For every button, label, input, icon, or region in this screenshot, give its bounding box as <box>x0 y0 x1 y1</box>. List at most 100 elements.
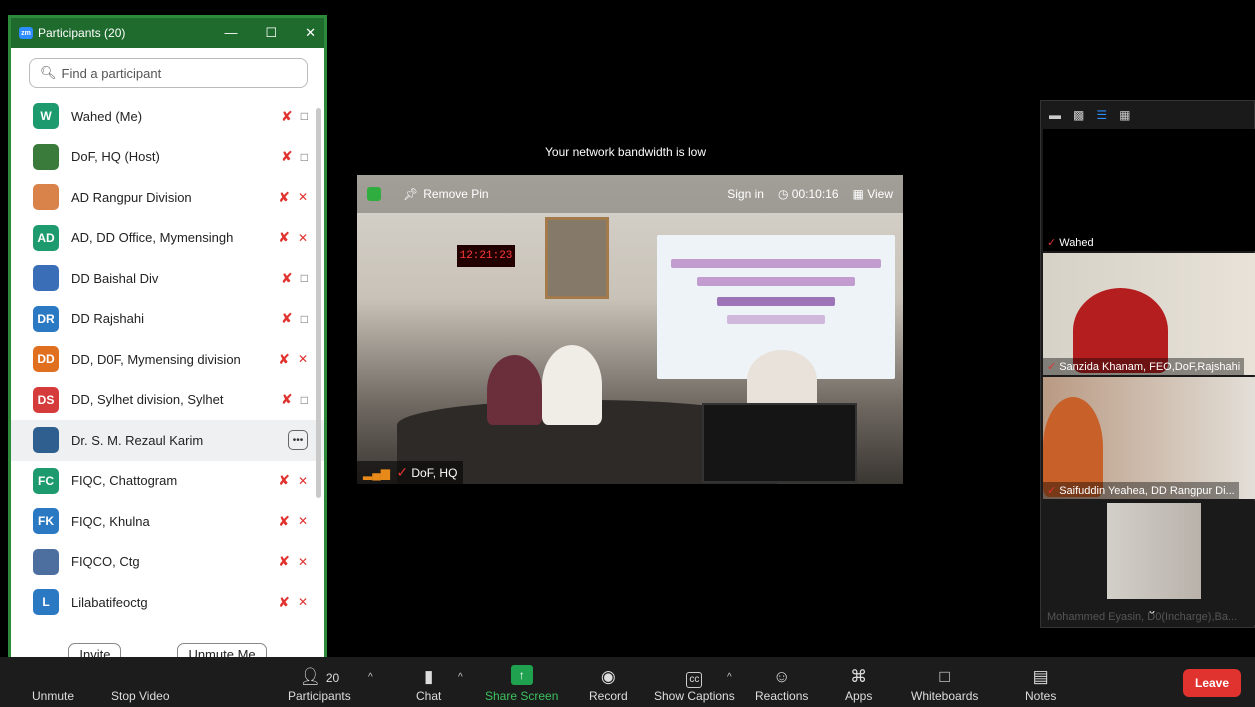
mic-muted-icon: ✘ <box>278 593 290 610</box>
apps-icon: ⌘ <box>850 667 868 686</box>
mic-muted-icon: ✘ <box>278 512 290 529</box>
person-figure <box>542 345 602 425</box>
more-options-icon[interactable]: ••• <box>288 430 308 451</box>
mic-muted-icon: ✘ <box>278 472 290 489</box>
participant-row[interactable]: DS DD, Sylhet division, Sylhet ✘ □ <box>11 380 324 421</box>
reactions-button[interactable]: ☺ Reactions <box>755 665 808 703</box>
participants-button[interactable]: 👤︎ 20 Participants <box>288 665 351 703</box>
participant-row[interactable]: FIQCO, Ctg ✘ ✕ <box>11 542 324 583</box>
show-captions-label: Show Captions <box>654 689 735 703</box>
notes-label: Notes <box>1025 689 1057 703</box>
participant-search-input[interactable]: 🔍︎ Find a participant <box>29 58 308 88</box>
unmute-button[interactable]: Unmute <box>32 665 74 703</box>
avatar <box>33 143 59 170</box>
chat-caret-icon[interactable]: ^ <box>458 672 463 683</box>
mic-muted-icon: ✘ <box>278 553 290 570</box>
minimize-icon[interactable]: — <box>224 25 237 41</box>
gallery-strip: ▬ ▩ ☰ ▦ ✓ Wahed ✓ Sanzida Khanam, FEO,DoF,… <box>1040 100 1255 628</box>
sign-in-button[interactable]: Sign in <box>727 187 764 201</box>
close-icon[interactable]: ✕ <box>305 25 316 41</box>
mic-muted-icon: ✘ <box>278 350 290 367</box>
participant-name: Lilabatifeoctg <box>71 594 148 610</box>
whiteboard-icon: □ <box>939 667 950 686</box>
timer-value: 00:10:16 <box>791 187 839 201</box>
view-button[interactable]: ▦ View <box>853 187 893 201</box>
strip-view-icon[interactable]: ▩ <box>1073 108 1084 122</box>
participant-name: FIQCO, Ctg <box>71 554 140 570</box>
leave-button[interactable]: Leave <box>1183 669 1241 697</box>
apps-button[interactable]: ⌘ Apps <box>845 665 872 703</box>
participant-name: DoF, HQ (Host) <box>71 149 160 165</box>
participant-row[interactable]: L Lilabatifeoctg ✘ ✕ <box>11 582 324 623</box>
avatar: FK <box>33 508 59 535</box>
signal-bars-icon: ▂▄▆ <box>363 466 390 480</box>
participant-row[interactable]: Dr. S. M. Rezaul Karim ••• <box>11 420 324 461</box>
participant-name: DD Rajshahi <box>71 311 144 327</box>
participant-row[interactable]: W Wahed (Me) ✘ □ <box>11 96 324 137</box>
maximize-icon[interactable]: ☐ <box>265 25 277 41</box>
captions-caret-icon[interactable]: ^ <box>727 672 732 683</box>
gallery-grid-icon[interactable]: ▦ <box>1119 108 1130 122</box>
avatar: W <box>33 103 59 130</box>
participant-row[interactable]: AD AD, DD Office, Mymensingh ✘ ✕ <box>11 218 324 259</box>
video-tile[interactable]: ✓ Saifuddin Yeahea, DD Rangpur Di... <box>1043 377 1255 499</box>
video-off-icon: ✕ <box>297 352 308 367</box>
video-tile[interactable]: ⌄ Mohammed Eyasin, D0(Incharge),Ba... <box>1043 501 1255 625</box>
unmute-label: Unmute <box>32 689 75 703</box>
participant-list[interactable]: W Wahed (Me) ✘ □ DoF, HQ (Host) ✘ □ AD Rangpur … <box>11 96 324 641</box>
participant-row[interactable]: DR DD Rajshahi ✘ □ <box>11 299 324 340</box>
remove-pin-button[interactable]: Remove Pin <box>423 187 488 201</box>
room-image <box>1107 503 1201 599</box>
whiteboards-button[interactable]: □ Whiteboards <box>911 665 978 703</box>
tile-name: Mohammed Eyasin, D0(Incharge),Ba... <box>1047 611 1238 623</box>
hide-strip-icon[interactable]: ▬ <box>1049 108 1061 122</box>
participant-name: AD, DD Office, Mymensingh <box>71 230 234 246</box>
clock-icon: ◷ <box>777 187 789 201</box>
panel-title: Participants (20) <box>38 26 126 40</box>
participant-row[interactable]: DD DD, D0F, Mymensing division ✘ ✕ <box>11 339 324 380</box>
zoom-logo-icon: zm <box>19 27 33 39</box>
tile-name-label: ✓ Wahed <box>1043 234 1098 251</box>
main-video-tile[interactable]: 12:21:23 📌︎ Remove Pin Sign in ◷ 00:10:1… <box>357 175 903 484</box>
participants-caret-icon[interactable]: ^ <box>368 672 373 683</box>
video-off-icon: ✕ <box>297 514 308 529</box>
participant-list-scrollbar[interactable] <box>316 108 321 498</box>
notes-button[interactable]: ▤ Notes <box>1025 665 1056 703</box>
share-screen-button[interactable]: ↑ Share Screen <box>485 665 558 703</box>
tile-name: Sanzida Khanam, FEO,DoF,Rajshahi <box>1059 361 1241 373</box>
search-placeholder: Find a participant <box>61 65 162 81</box>
apps-label: Apps <box>845 689 873 703</box>
chat-button[interactable]: ▮ Chat <box>416 665 441 703</box>
mic-muted-icon: ✘ <box>278 229 290 246</box>
stop-video-label: Stop Video <box>111 689 170 703</box>
participant-row[interactable]: FC FIQC, Chattogram ✘ ✕ <box>11 461 324 502</box>
mic-muted-icon: ✘ <box>281 310 293 327</box>
video-tile[interactable]: ✓ Sanzida Khanam, FEO,DoF,Rajshahi <box>1043 253 1255 375</box>
mic-muted-icon: ✘ <box>281 107 293 124</box>
participant-row[interactable]: AD Rangpur Division ✘ ✕ <box>11 177 324 218</box>
video-tile[interactable]: ✓ Wahed <box>1043 129 1255 251</box>
notes-icon: ▤ <box>1032 667 1049 686</box>
participant-name: Wahed (Me) <box>71 108 143 124</box>
show-captions-button[interactable]: cc Show Captions <box>654 665 735 703</box>
mic-muted-icon: ✓ <box>1047 485 1057 497</box>
participant-name: FIQC, Khulna <box>71 513 150 529</box>
mic-muted-icon: ✘ <box>278 188 290 205</box>
avatar: DS <box>33 386 59 413</box>
wall-portrait <box>545 217 609 299</box>
participant-row[interactable]: FK FIQC, Khulna ✘ ✕ <box>11 501 324 542</box>
microphone-icon <box>51 665 56 689</box>
record-button[interactable]: ◉ Record <box>589 665 628 703</box>
participants-icon: 👤︎ 20 <box>299 667 340 686</box>
participant-row[interactable]: DoF, HQ (Host) ✘ □ <box>11 137 324 178</box>
participant-row[interactable]: DD Baishal Div ✘ □ <box>11 258 324 299</box>
stop-video-button[interactable]: Stop Video <box>111 665 170 703</box>
participant-name: FIQC, Chattogram <box>71 473 178 489</box>
tile-name-label: ✓ Sanzida Khanam, FEO,DoF,Rajshahi <box>1043 358 1245 375</box>
encryption-shield-icon <box>367 187 381 201</box>
side-by-side-icon[interactable]: ☰ <box>1096 108 1107 122</box>
video-camera-icon: □ <box>300 311 308 326</box>
participants-panel: zm Participants (20) — ☐ ✕ 🔍︎ Find a par… <box>10 17 325 681</box>
meeting-toolbar: Unmute Stop Video 👤︎ 20 Participants ^ ▮… <box>0 657 1255 707</box>
avatar: AD <box>33 224 59 251</box>
